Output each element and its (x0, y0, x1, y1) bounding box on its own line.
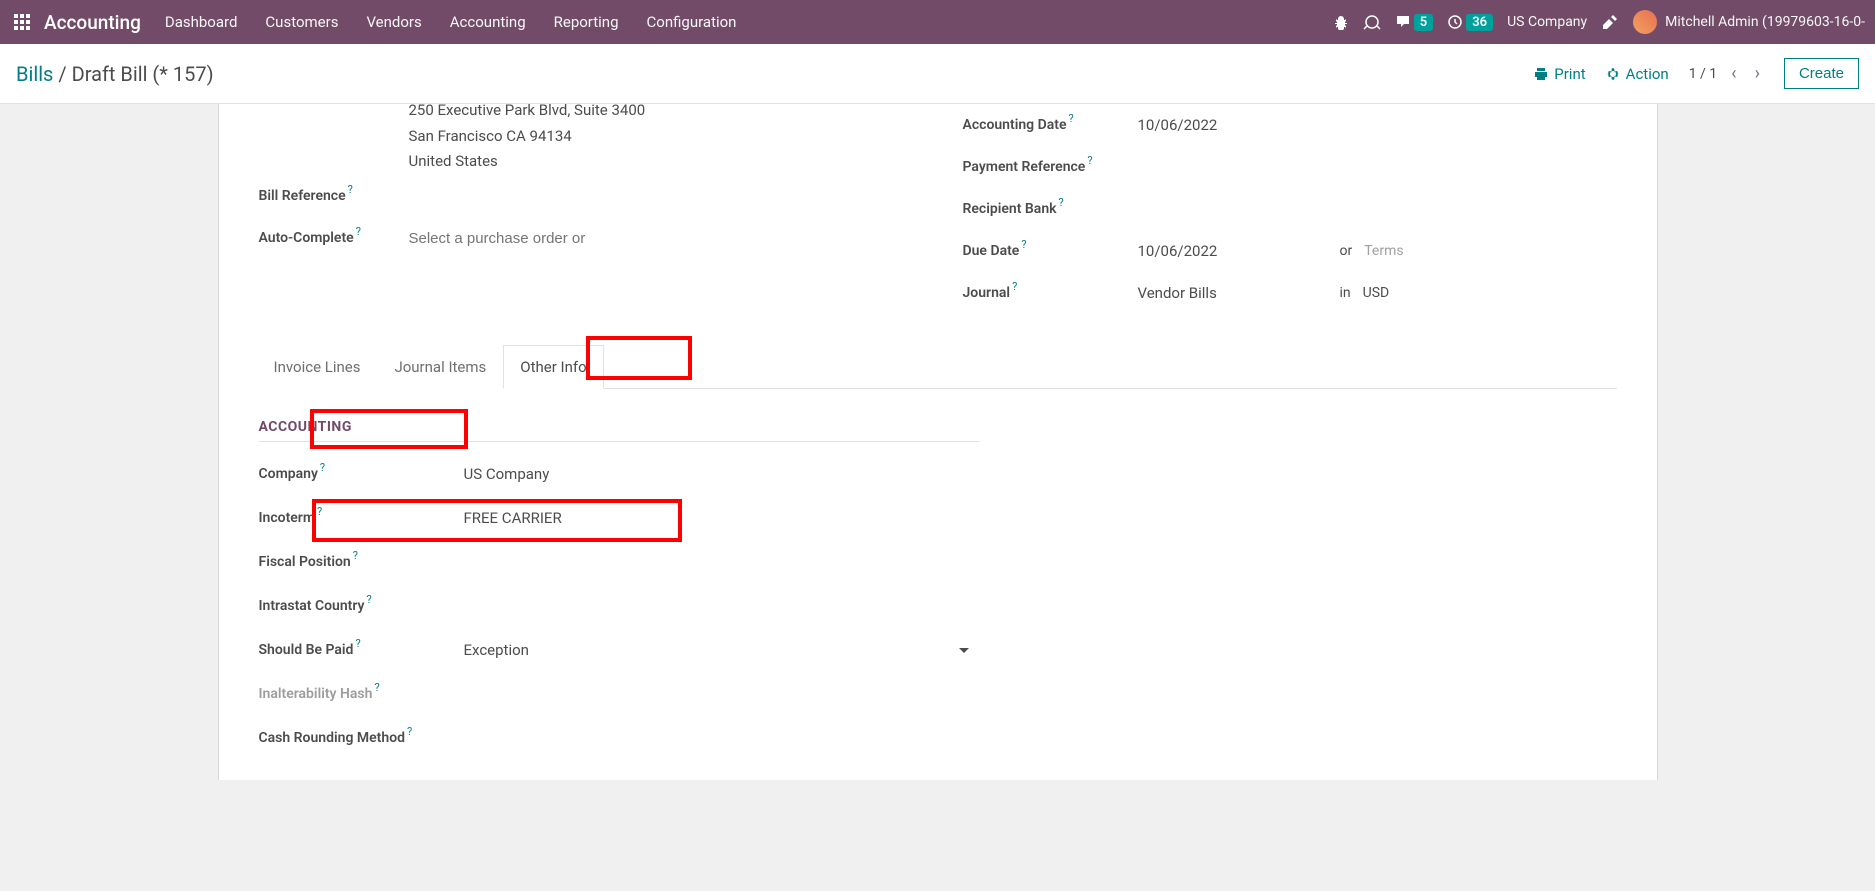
auto-complete-input[interactable] (409, 230, 913, 247)
auto-complete-label: Auto-Complete? (259, 230, 409, 246)
journal-label: Journal? (963, 285, 1138, 301)
clock-icon[interactable]: 36 (1447, 14, 1493, 31)
create-button[interactable]: Create (1784, 58, 1859, 89)
tools-icon[interactable] (1601, 13, 1619, 31)
auto-complete-field[interactable] (409, 229, 913, 247)
recipient-bank-label: Recipient Bank? (963, 201, 1138, 217)
help-icon[interactable]: ? (374, 681, 379, 694)
action-button[interactable]: Action (1606, 65, 1669, 83)
clock-badge: 36 (1466, 14, 1493, 31)
company-switcher[interactable]: US Company (1507, 14, 1587, 30)
should-be-paid-value: Exception (464, 641, 529, 659)
company-label: Company? (259, 466, 464, 482)
due-date-label: Due Date? (963, 243, 1138, 259)
menu-configuration[interactable]: Configuration (647, 13, 737, 31)
incoterm-field[interactable]: FREE CARRIER (464, 509, 979, 527)
accounting-date-label: Accounting Date? (963, 117, 1138, 133)
form-sheet: 250 Executive Park Blvd, Suite 3400 San … (218, 104, 1658, 780)
user-menu[interactable]: Mitchell Admin (19979603-16-0- (1633, 10, 1865, 34)
incoterm-label: Incoterm? (259, 510, 464, 526)
terms-field[interactable]: Terms (1364, 243, 1403, 259)
pager-prev[interactable]: ‹ (1727, 63, 1740, 84)
help-icon[interactable]: ? (353, 549, 358, 562)
bill-reference-label: Bill Reference? (259, 188, 409, 204)
help-icon[interactable]: ? (1021, 238, 1026, 251)
tab-content-other-info: ACCOUNTING Company? US Company Incoterm?… (259, 389, 979, 760)
due-date-field[interactable]: 10/06/2022 (1138, 242, 1328, 260)
help-icon[interactable]: ? (367, 593, 372, 606)
pager: 1 / 1 ‹ › (1689, 63, 1764, 84)
tab-invoice-lines[interactable]: Invoice Lines (257, 345, 378, 389)
menu-vendors[interactable]: Vendors (366, 13, 421, 31)
journal-field[interactable]: Vendor Bills (1138, 284, 1328, 302)
pager-value[interactable]: 1 / 1 (1689, 66, 1717, 82)
menu-accounting[interactable]: Accounting (450, 13, 526, 31)
help-icon[interactable]: ? (317, 505, 322, 518)
fiscal-position-label: Fiscal Position? (259, 554, 464, 570)
currency-field[interactable]: USD (1363, 285, 1390, 301)
control-panel: Bills / Draft Bill (* 157) Print Action … (0, 44, 1875, 104)
messages-badge: 5 (1414, 14, 1433, 31)
accounting-date-field[interactable]: 10/06/2022 (1138, 116, 1617, 134)
section-title-accounting: ACCOUNTING (259, 419, 979, 442)
breadcrumb-root[interactable]: Bills (16, 62, 53, 86)
cash-rounding-label: Cash Rounding Method? (259, 730, 464, 746)
print-label: Print (1554, 65, 1585, 83)
vendor-address: 250 Executive Park Blvd, Suite 3400 San … (259, 98, 913, 175)
tabs: Invoice Lines Journal Items Other Info (257, 344, 1617, 389)
addr-line3: United States (409, 149, 913, 175)
tab-journal-items[interactable]: Journal Items (377, 345, 503, 389)
help-icon[interactable]: ? (1059, 196, 1064, 209)
user-name: Mitchell Admin (19979603-16-0- (1665, 14, 1865, 30)
help-icon[interactable]: ? (407, 725, 412, 738)
should-be-paid-field[interactable]: Exception (464, 641, 979, 659)
help-icon[interactable]: ? (1068, 112, 1073, 125)
pager-next[interactable]: › (1751, 63, 1764, 84)
help-icon[interactable]: ? (356, 225, 361, 238)
menu-dashboard[interactable]: Dashboard (165, 13, 238, 31)
help-icon[interactable]: ? (1012, 280, 1017, 293)
should-be-paid-label: Should Be Paid? (259, 642, 464, 658)
payment-reference-label: Payment Reference? (963, 159, 1138, 175)
intrastat-country-label: Intrastat Country? (259, 598, 464, 614)
messages-icon[interactable]: 5 (1395, 14, 1433, 31)
menu-customers[interactable]: Customers (265, 13, 338, 31)
brand-link[interactable]: Accounting (44, 11, 141, 34)
company-field[interactable]: US Company (464, 465, 979, 483)
help-icon[interactable]: ? (1087, 154, 1092, 167)
help-icon[interactable]: ? (355, 637, 360, 650)
help-icon[interactable]: ? (348, 183, 353, 196)
chevron-down-icon (959, 648, 969, 653)
inalterability-hash-label: Inalterability Hash? (259, 686, 464, 702)
addr-line1: 250 Executive Park Blvd, Suite 3400 (409, 98, 913, 124)
systray: 5 36 US Company Mitchell Admin (19979603… (1333, 10, 1865, 34)
or-label: or (1340, 243, 1353, 259)
form-area: 250 Executive Park Blvd, Suite 3400 San … (0, 104, 1875, 780)
apps-icon[interactable] (10, 10, 34, 34)
action-label: Action (1626, 65, 1669, 83)
help-icon[interactable]: ? (320, 461, 325, 474)
left-column: 250 Executive Park Blvd, Suite 3400 San … (259, 104, 913, 314)
tab-other-info[interactable]: Other Info (503, 345, 603, 389)
menu-reporting[interactable]: Reporting (554, 13, 619, 31)
print-button[interactable]: Print (1534, 65, 1585, 83)
support-icon[interactable] (1363, 13, 1381, 31)
addr-line2: San Francisco CA 94134 (409, 124, 913, 150)
bug-icon[interactable] (1333, 14, 1349, 30)
right-column: Accounting Date? 10/06/2022 Payment Refe… (963, 104, 1617, 314)
breadcrumb-current: Draft Bill (* 157) (72, 62, 214, 86)
in-label: in (1340, 285, 1351, 301)
breadcrumb: Bills / Draft Bill (* 157) (16, 62, 214, 86)
top-nav: Accounting Dashboard Customers Vendors A… (0, 0, 1875, 44)
avatar (1633, 10, 1657, 34)
